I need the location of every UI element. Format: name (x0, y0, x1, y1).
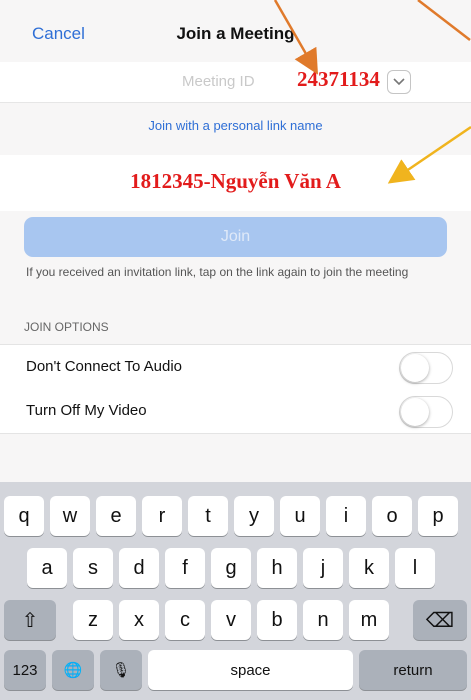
arrow-to-display-name (387, 125, 471, 184)
annotation-arrows (273, 0, 471, 184)
arrow-to-meeting-id (273, 0, 318, 75)
arrow-orange-right (417, 0, 471, 41)
